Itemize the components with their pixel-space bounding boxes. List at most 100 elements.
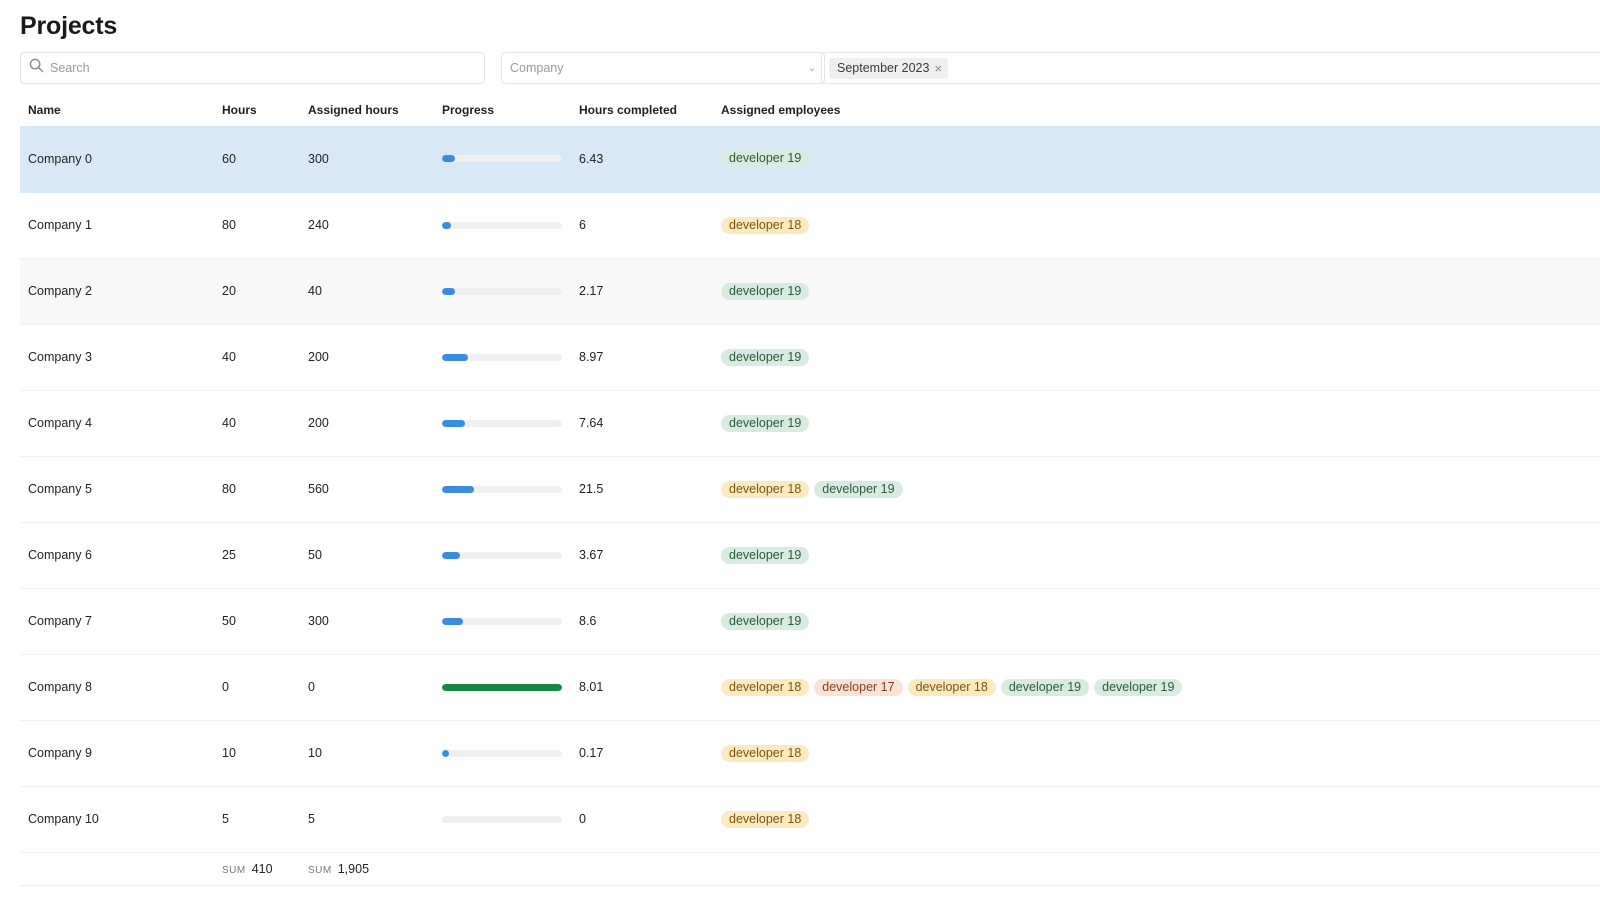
cell-assigned-employees: developer 19 (713, 126, 1600, 193)
employee-tag-list: developer 19 (721, 282, 1600, 300)
employee-tag[interactable]: developer 18 (721, 744, 810, 762)
chevron-down-icon: ⌄ (807, 62, 816, 74)
progress-bar-fill (442, 221, 451, 229)
cell-hours: 40 (214, 324, 300, 391)
cell-assigned-employees: developer 18 developer 19 (713, 456, 1600, 523)
cell-hours: 0 (214, 654, 300, 721)
employee-tag[interactable]: developer 19 (721, 414, 810, 432)
column-header-hours-completed[interactable]: Hours completed (571, 94, 713, 126)
cell-progress (434, 588, 571, 655)
employee-tag[interactable]: developer 18 (721, 480, 810, 498)
cell-progress (434, 390, 571, 457)
table-row[interactable]: Company 8 0 0 8.01 developer 18 developer 17 d… (20, 654, 1600, 721)
projects-table: Name Hours Assigned hours Progress Hours… (20, 94, 1600, 886)
employee-tag-list: developer 19 (721, 612, 1600, 630)
summary-hours: SUM 410 (214, 851, 300, 886)
column-header-progress[interactable]: Progress (434, 94, 571, 126)
cell-assigned-employees: developer 19 (713, 324, 1600, 391)
cell-assigned-hours: 560 (300, 456, 434, 523)
employee-tag-list: developer 18 developer 17 developer 18 deve… (721, 678, 1600, 696)
table-row[interactable]: Company 5 80 560 21.5 developer 18 developer … (20, 456, 1600, 523)
cell-assigned-hours: 200 (300, 324, 434, 391)
table-row[interactable]: Company 1 80 240 6 developer 18 (20, 192, 1600, 259)
progress-bar-fill (442, 683, 562, 691)
cell-hours-completed: 7.64 (571, 390, 713, 457)
employee-tag-list: developer 18 (721, 216, 1600, 234)
table-row[interactable]: Company 7 50 300 8.6 developer 19 (20, 588, 1600, 655)
progress-bar (442, 683, 562, 691)
cell-hours-completed: 6.43 (571, 126, 713, 193)
cell-hours-completed: 8.6 (571, 588, 713, 655)
table-header-row: Name Hours Assigned hours Progress Hours… (20, 94, 1600, 126)
cell-name: Company 7 (20, 588, 214, 655)
sum-label: SUM (308, 864, 332, 876)
company-select[interactable]: Company ⌄ (501, 52, 825, 84)
cell-hours: 25 (214, 522, 300, 589)
table-row[interactable]: Company 3 40 200 8.97 developer 19 (20, 324, 1600, 391)
cell-name: Company 1 (20, 192, 214, 259)
cell-name: Company 3 (20, 324, 214, 391)
progress-bar (442, 221, 562, 229)
progress-bar (442, 749, 562, 757)
period-filter[interactable]: September 2023 × (821, 52, 1600, 84)
employee-tag[interactable]: developer 19 (1094, 678, 1183, 696)
cell-hours: 50 (214, 588, 300, 655)
cell-hours: 80 (214, 456, 300, 523)
cell-name: Company 8 (20, 654, 214, 721)
search-field[interactable] (20, 52, 485, 84)
column-header-hours[interactable]: Hours (214, 94, 300, 126)
cell-hours-completed: 21.5 (571, 456, 713, 523)
employee-tag[interactable]: developer 19 (814, 480, 903, 498)
progress-bar-fill (442, 419, 465, 427)
employee-tag[interactable]: developer 18 (721, 810, 810, 828)
cell-hours: 80 (214, 192, 300, 259)
table-row[interactable]: Company 4 40 200 7.64 developer 19 (20, 390, 1600, 457)
progress-bar (442, 551, 562, 559)
cell-progress (434, 324, 571, 391)
search-input[interactable] (50, 61, 450, 75)
cell-name: Company 0 (20, 126, 214, 193)
remove-chip-icon[interactable]: × (934, 61, 942, 76)
table-row[interactable]: Company 10 5 5 0 developer 18 (20, 786, 1600, 853)
table-row[interactable]: Company 9 10 10 0.17 developer 18 (20, 720, 1600, 787)
cell-name: Company 2 (20, 258, 214, 325)
cell-progress (434, 456, 571, 523)
employee-tag-list: developer 18 (721, 810, 1600, 828)
employee-tag[interactable]: developer 19 (721, 150, 810, 168)
cell-hours-completed: 8.97 (571, 324, 713, 391)
employee-tag-list: developer 19 (721, 348, 1600, 366)
progress-bar (442, 287, 562, 295)
employee-tag[interactable]: developer 19 (1000, 678, 1090, 696)
employee-tag[interactable]: developer 18 (721, 216, 810, 234)
column-header-assigned-employees[interactable]: Assigned employees (713, 94, 1600, 126)
column-header-assigned-hours[interactable]: Assigned hours (300, 94, 434, 126)
table-row[interactable]: Company 6 25 50 3.67 developer 19 (20, 522, 1600, 589)
column-header-name[interactable]: Name (20, 94, 214, 126)
cell-hours: 10 (214, 720, 300, 787)
employee-tag[interactable]: developer 19 (721, 612, 810, 630)
employee-tag[interactable]: developer 18 (721, 678, 810, 696)
cell-assigned-hours: 300 (300, 588, 434, 655)
cell-assigned-employees: developer 19 (713, 258, 1600, 325)
cell-hours-completed: 3.67 (571, 522, 713, 589)
cell-name: Company 10 (20, 786, 214, 853)
employee-tag[interactable]: developer 19 (721, 282, 810, 300)
cell-hours: 40 (214, 390, 300, 457)
progress-bar (442, 155, 562, 163)
period-chip-label: September 2023 (837, 61, 930, 75)
employee-tag-list: developer 19 (721, 546, 1600, 564)
cell-progress (434, 192, 571, 259)
cell-assigned-hours: 240 (300, 192, 434, 259)
summary-empty-cell (20, 851, 214, 886)
cell-assigned-hours: 40 (300, 258, 434, 325)
employee-tag[interactable]: developer 19 (721, 546, 810, 564)
employee-tag-list: developer 19 (721, 150, 1600, 168)
table-row[interactable]: Company 2 20 40 2.17 developer 19 (20, 258, 1600, 325)
table-row[interactable]: Company 0 60 300 6.43 developer 19 (20, 126, 1600, 193)
cell-assigned-employees: developer 18 (713, 720, 1600, 787)
employee-tag[interactable]: developer 18 (907, 678, 996, 696)
cell-hours: 60 (214, 126, 300, 193)
employee-tag[interactable]: developer 19 (721, 348, 810, 366)
employee-tag[interactable]: developer 17 (814, 678, 903, 696)
cell-hours-completed: 6 (571, 192, 713, 259)
